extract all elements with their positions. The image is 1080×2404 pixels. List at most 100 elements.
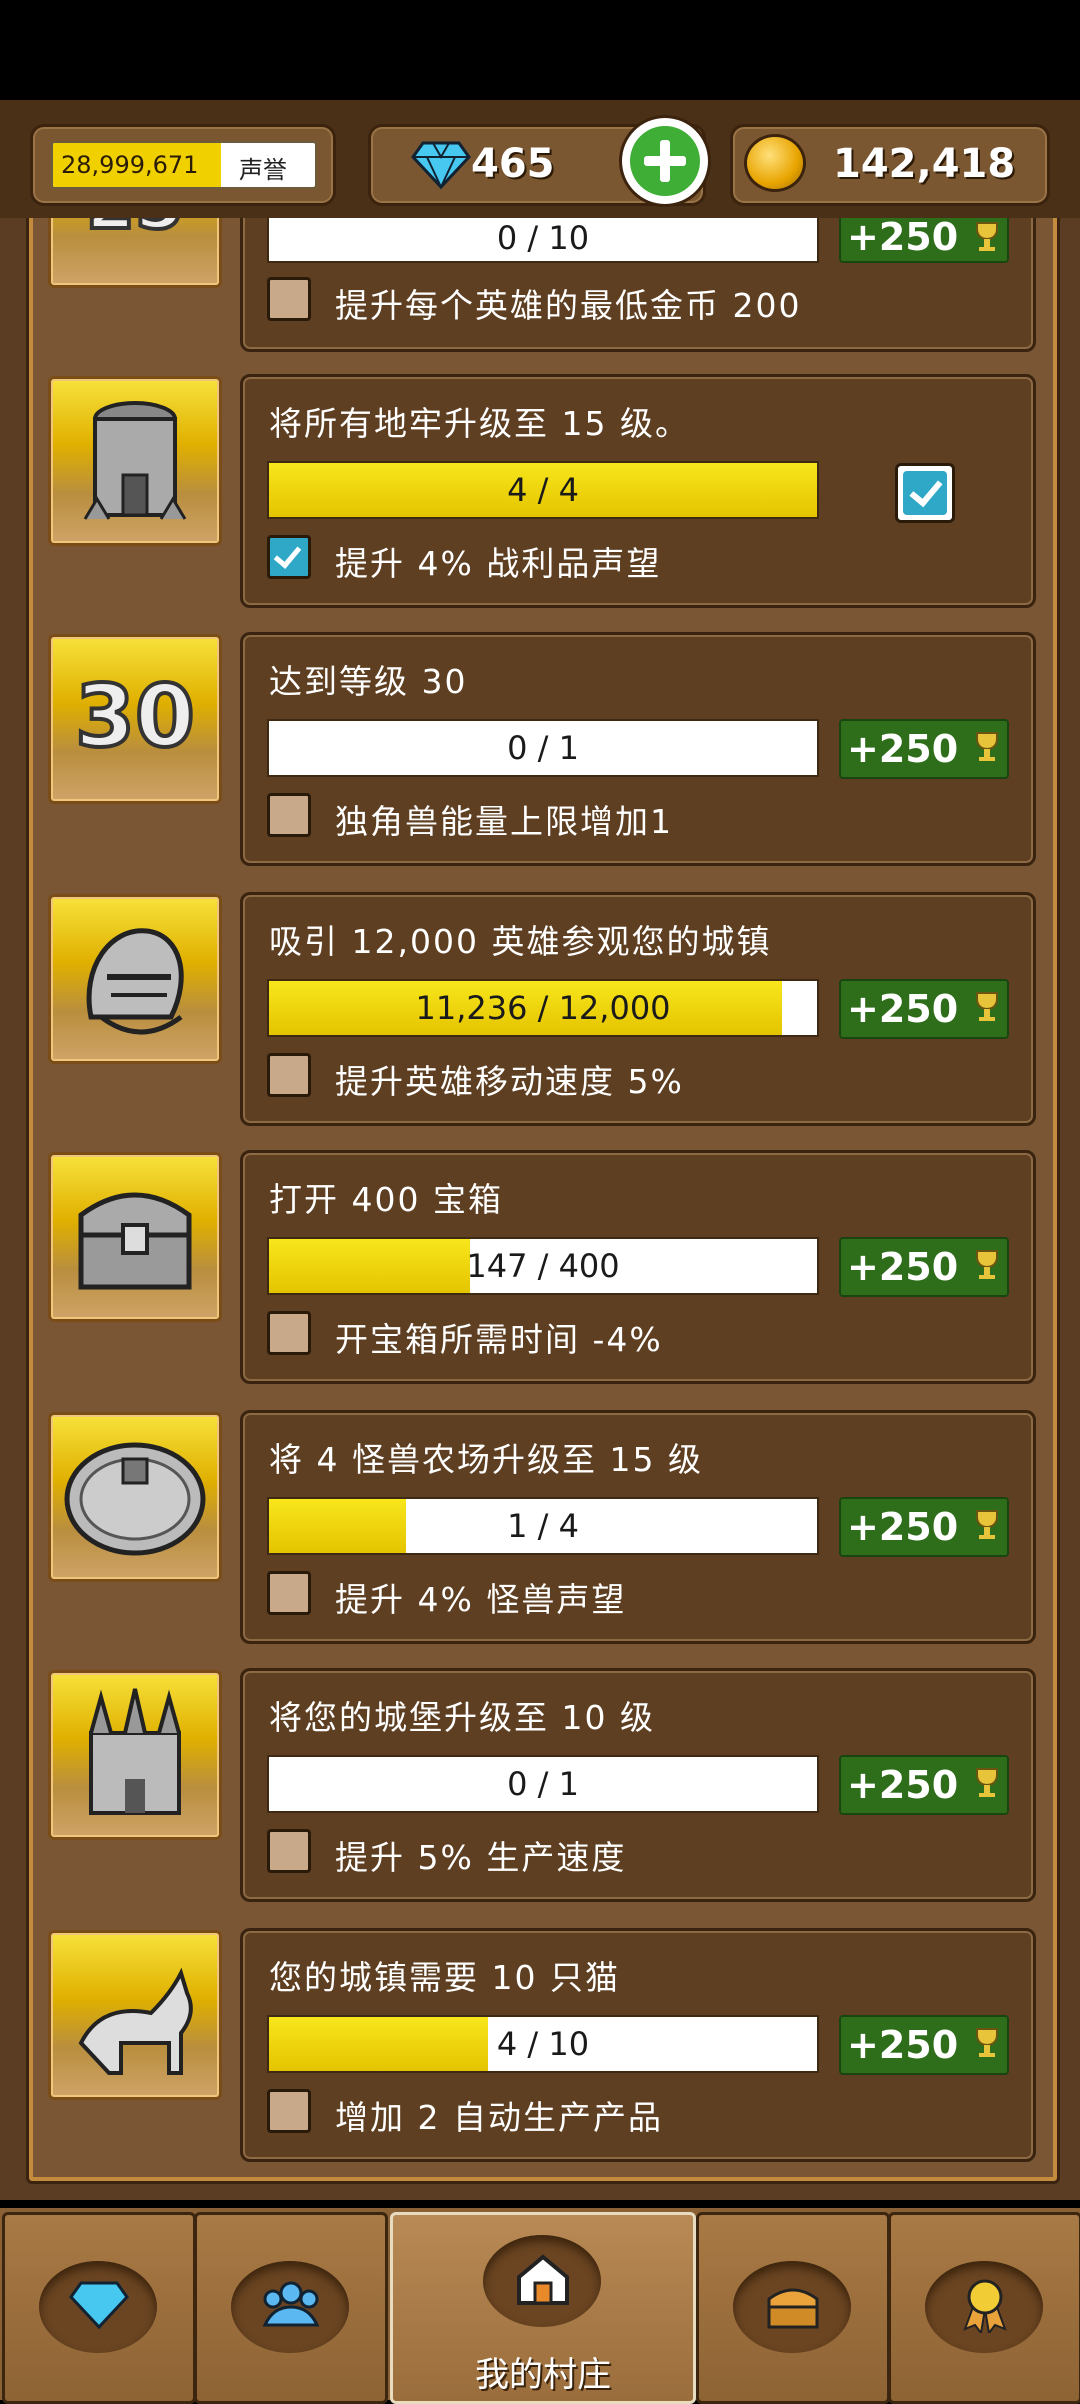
medal-icon (963, 2279, 1007, 2333)
bonus-text: 提升 4% 战利品声望 (335, 544, 662, 583)
trophy-icon (976, 992, 998, 1021)
quest-card: 将所有地牢升级至 15 级。 4 / 4 提升 4% 战利品声望 (240, 374, 1036, 608)
quest-title: 将您的城堡升级至 10 级 (269, 1698, 655, 1737)
bonus-checkbox (267, 277, 311, 321)
quest-icon-tile (48, 1412, 222, 1582)
nav-tab-heroes[interactable] (194, 2212, 388, 2404)
progress-bar: 4 / 4 (267, 461, 819, 519)
bonus-text: 独角兽能量上限增加1 (335, 802, 673, 841)
reward-value: +250 (847, 2023, 959, 2067)
reward-button[interactable]: +250 (839, 213, 1009, 263)
progress-text: 147 / 400 (466, 1247, 620, 1285)
plus-icon (630, 126, 700, 196)
quest-list[interactable]: 25 0 / 10 +250 提升每个英雄的最低金币 200 将所有地牢升级至 … (0, 0, 1080, 2400)
progress-bar: 4 / 10 (267, 2015, 819, 2073)
progress-text: 0 / 10 (496, 219, 590, 257)
dungeon-tower-icon (83, 401, 187, 520)
reward-button[interactable]: +250 (839, 2015, 1009, 2075)
reward-value: +250 (847, 727, 959, 771)
quest-card: 将 4 怪兽农场升级至 15 级 1 / 4 +250 提升 4% 怪兽声望 (240, 1410, 1036, 1644)
quest-card: 达到等级 30 0 / 1 +250 独角兽能量上限增加1 (240, 632, 1036, 866)
progress-bar: 0 / 1 (267, 1755, 819, 1813)
diamond-icon (411, 141, 471, 190)
quest-card: 打开 400 宝箱 147 / 400 +250 开宝箱所需时间 -4% (240, 1150, 1036, 1384)
users-icon (262, 2281, 320, 2327)
gold-coin-icon (747, 137, 803, 189)
bonus-text: 提升每个英雄的最低金币 200 (335, 286, 802, 325)
nav-tab-chest[interactable] (696, 2212, 890, 2404)
monster-farm-icon (64, 1442, 206, 1556)
diamond-icon (69, 2281, 129, 2330)
trophy-icon (976, 1510, 998, 1539)
bonus-checkbox (267, 2089, 311, 2133)
trophy-icon (976, 1250, 998, 1279)
home-icon (517, 2254, 569, 2305)
progress-text: 1 / 4 (507, 1507, 579, 1545)
quest-icon-tile (48, 894, 222, 1064)
quest-title: 您的城镇需要 10 只猫 (269, 1958, 620, 1997)
reward-button[interactable]: +250 (839, 979, 1009, 1039)
bonus-checkbox (267, 1053, 311, 1097)
level-30-icon: 30 (73, 665, 197, 769)
quest-card: 吸引 12,000 英雄参观您的城镇 11,236 / 12,000 +250 … (240, 892, 1036, 1126)
bonus-checkbox (267, 793, 311, 837)
bonus-checkbox (267, 1311, 311, 1355)
trophy-icon (976, 2028, 998, 2057)
quest-title: 吸引 12,000 英雄参观您的城镇 (269, 922, 772, 961)
reward-button[interactable]: +250 (839, 1237, 1009, 1297)
quest-title: 将 4 怪兽农场升级至 15 级 (269, 1440, 703, 1479)
reward-value: +250 (847, 1245, 959, 1289)
quest-icon-tile (48, 1670, 222, 1840)
nav-tab-gems[interactable] (2, 2212, 196, 2404)
progress-text: 0 / 1 (507, 1765, 579, 1803)
quest-title: 打开 400 宝箱 (269, 1180, 503, 1219)
bonus-text: 提升英雄移动速度 5% (335, 1062, 684, 1101)
trophy-icon (976, 1768, 998, 1797)
gold-display: 142,418 (730, 124, 1050, 206)
progress-bar: 1 / 4 (267, 1497, 819, 1555)
treasure-chest-icon (78, 1192, 192, 1290)
reputation-bar: 28,999,671 声誉 (51, 141, 317, 189)
bonus-checkbox (267, 1571, 311, 1615)
quest-icon-tile: 30 (48, 634, 222, 804)
quest-title: 将所有地牢升级至 15 级。 (269, 404, 690, 443)
reward-value: +250 (847, 987, 959, 1031)
nav-tab-village[interactable]: 我的村庄 (390, 2212, 696, 2404)
nav-tab-achievements[interactable] (888, 2212, 1080, 2404)
progress-bar: 0 / 1 (267, 719, 819, 777)
reputation-display: 28,999,671 声誉 (30, 124, 336, 206)
bonus-checkbox (267, 1829, 311, 1873)
reputation-value: 28,999,671 (61, 151, 199, 179)
bonus-text: 开宝箱所需时间 -4% (335, 1320, 663, 1359)
claimed-checkbox (895, 463, 955, 523)
progress-text: 11,236 / 12,000 (415, 989, 671, 1027)
progress-text: 0 / 1 (507, 729, 579, 767)
reward-button[interactable]: +250 (839, 1497, 1009, 1557)
quest-icon-tile (48, 1152, 222, 1322)
progress-bar: 11,236 / 12,000 (267, 979, 819, 1037)
progress-bar: 0 / 10 (267, 215, 819, 263)
treasure-chest-icon (767, 2288, 819, 2329)
bonus-text: 提升 5% 生产速度 (335, 1838, 627, 1877)
reward-button[interactable]: +250 (839, 1755, 1009, 1815)
quest-card: 将您的城堡升级至 10 级 0 / 1 +250 提升 5% 生产速度 (240, 1668, 1036, 1902)
progress-text: 4 / 10 (496, 2025, 590, 2063)
quest-title: 达到等级 30 (269, 662, 468, 701)
add-gems-button[interactable] (622, 118, 708, 204)
castle-icon (89, 1688, 181, 1815)
reward-button[interactable]: +250 (839, 719, 1009, 779)
nav-tab-village-label: 我的村庄 (475, 2355, 611, 2395)
trophy-icon (976, 732, 998, 761)
quest-icon-tile (48, 376, 222, 546)
progress-text: 4 / 4 (507, 471, 579, 509)
bottom-nav: 我的村庄 (0, 2208, 1080, 2404)
gold-count: 142,418 (833, 141, 1016, 187)
reward-value: +250 (847, 1763, 959, 1807)
progress-bar: 147 / 400 (267, 1237, 819, 1295)
quest-icon-tile (48, 1930, 222, 2100)
quest-card: 您的城镇需要 10 只猫 4 / 10 +250 增加 2 自动生产产品 (240, 1928, 1036, 2162)
reward-value: +250 (847, 215, 959, 259)
knight-helmet-icon (86, 928, 184, 1035)
reward-value: +250 (847, 1505, 959, 1549)
bonus-text: 增加 2 自动生产产品 (335, 2098, 663, 2137)
